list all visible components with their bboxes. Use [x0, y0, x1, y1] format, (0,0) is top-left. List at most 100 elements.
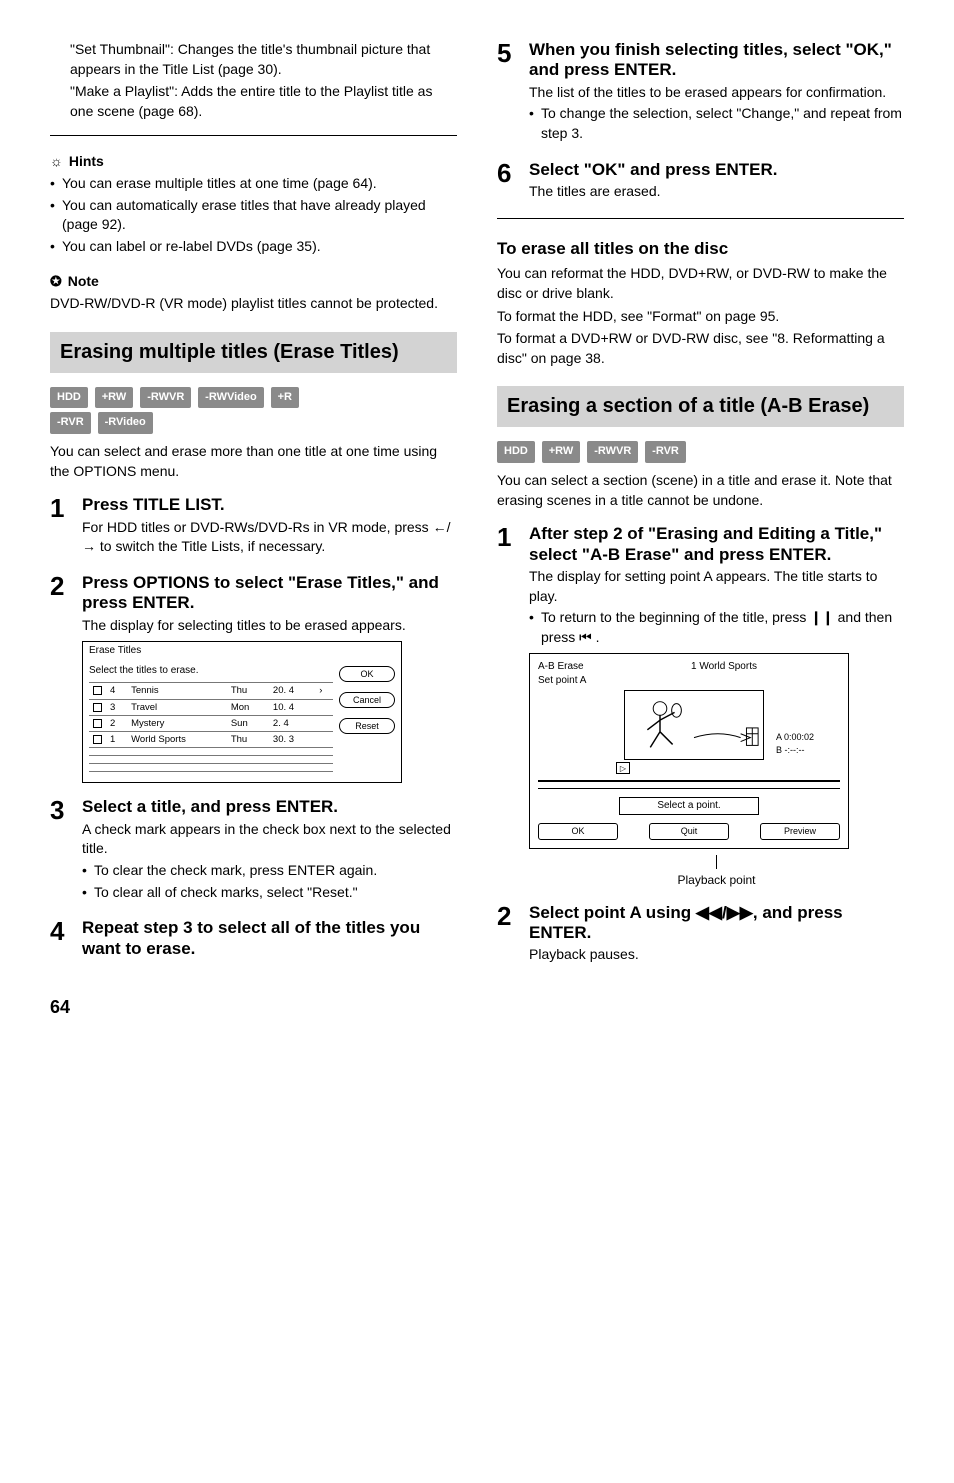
section-title: Erasing a section of a title (A-B Erase) [507, 394, 894, 419]
step-number: 4 [50, 918, 72, 961]
row-name: World Sports [127, 732, 227, 748]
step-text: For HDD titles or DVD-RWs/DVD-Rs in VR m… [82, 518, 457, 557]
step-number: 5 [497, 40, 519, 146]
step-sub: To clear all of check marks, select "Res… [82, 883, 457, 903]
disc-badges: HDD +RW -RWVR -RWVideo +R -RVR -RVideo [50, 383, 457, 435]
preview-thumbnail [624, 690, 764, 760]
ab-time-a: A 0:00:02 [776, 731, 814, 744]
step-text: A check mark appears in the check box ne… [82, 820, 457, 859]
hints-list: You can erase multiple titles at one tim… [50, 174, 457, 256]
step: 2 Press OPTIONS to select "Erase Titles,… [50, 573, 457, 784]
step-head: After step 2 of "Erasing and Editing a T… [529, 524, 904, 565]
section-intro: You can select a section (scene) in a ti… [497, 471, 904, 510]
step-head: Select point A using ◀◀/▶▶, and press EN… [529, 903, 904, 944]
step-number: 6 [497, 160, 519, 204]
ab-title: A-B Erase [538, 660, 608, 674]
note-icon: ✪ [50, 272, 62, 292]
intro-text: "Set Thumbnail": Changes the title's thu… [70, 40, 457, 79]
row-name: Mystery [127, 715, 227, 731]
dialog-instruction: Select the titles to erase. [89, 664, 333, 678]
step: 1 Press TITLE LIST. For HDD titles or DV… [50, 495, 457, 559]
section-heading: Erasing a section of a title (A-B Erase) [497, 386, 904, 427]
subheading: To erase all titles on the disc [497, 237, 904, 261]
step-head: Press OPTIONS to select "Erase Titles," … [82, 573, 457, 614]
hint-item: You can automatically erase titles that … [50, 196, 457, 235]
ab-select-point: Select a point. [619, 797, 759, 815]
sub-body: To format a DVD+RW or DVD-RW disc, see "… [497, 329, 904, 368]
step-head: Press TITLE LIST. [82, 495, 457, 515]
step-number: 2 [50, 573, 72, 784]
badge: -RVR [645, 441, 686, 463]
table-row: 1 World Sports Thu 30. 3 [89, 732, 333, 748]
row-date: 10. 4 [269, 699, 315, 715]
ab-ok-button: OK [538, 823, 618, 840]
dialog-table: 4 Tennis Thu 20. 4 › 3 Travel [89, 682, 333, 772]
badge: -RWVR [587, 441, 638, 463]
step-sub: To clear the check mark, press ENTER aga… [82, 861, 457, 881]
step-text: The titles are erased. [529, 182, 904, 202]
row-day: Sun [227, 715, 269, 731]
hints-label: Hints [69, 152, 104, 172]
scroll-indicator-icon: › [315, 683, 333, 699]
table-row: 4 Tennis Thu 20. 4 › [89, 683, 333, 699]
dialog-cancel-button: Cancel [339, 692, 395, 708]
row-date: 30. 3 [269, 732, 315, 748]
badge: -RWVideo [198, 387, 264, 409]
sub-body: You can reformat the HDD, DVD+RW, or DVD… [497, 264, 904, 303]
hint-item: You can erase multiple titles at one tim… [50, 174, 457, 194]
row-num: 3 [106, 699, 127, 715]
dialog-title: Erase Titles [83, 642, 401, 660]
step-number: 3 [50, 797, 72, 904]
ab-quit-button: Quit [649, 823, 729, 840]
step-head: Select a title, and press ENTER. [82, 797, 457, 817]
erase-titles-dialog: Erase Titles Select the titles to erase.… [82, 641, 402, 783]
disc-badges: HDD +RW -RWVR -RVR [497, 437, 904, 463]
pointer-line-icon [716, 855, 717, 869]
row-date: 20. 4 [269, 683, 315, 699]
row-name: Travel [127, 699, 227, 715]
row-day: Thu [227, 732, 269, 748]
bulb-icon: ☼ [50, 152, 63, 172]
badge: +R [271, 387, 299, 409]
step-text: The list of the titles to be erased appe… [529, 83, 904, 103]
note-text: DVD-RW/DVD-R (VR mode) playlist titles c… [50, 294, 457, 314]
table-row: 3 Travel Mon 10. 4 [89, 699, 333, 715]
row-num: 1 [106, 732, 127, 748]
badge: +RW [95, 387, 134, 409]
badge: +RW [542, 441, 581, 463]
row-num: 4 [106, 683, 127, 699]
step-number: 2 [497, 903, 519, 967]
hint-item: You can label or re-label DVDs (page 35)… [50, 237, 457, 257]
step: 2 Select point A using ◀◀/▶▶, and press … [497, 903, 904, 967]
step-number: 1 [50, 495, 72, 559]
ab-preview-button: Preview [760, 823, 840, 840]
ab-subtitle: Set point A [538, 674, 608, 688]
sub-body: To format the HDD, see "Format" on page … [497, 307, 904, 327]
row-day: Mon [227, 699, 269, 715]
badge: -RVideo [98, 412, 153, 434]
row-name: Tennis [127, 683, 227, 699]
section-title: Erasing multiple titles (Erase Titles) [60, 340, 447, 365]
step-text: The display for selecting titles to be e… [82, 616, 457, 636]
dialog-reset-button: Reset [339, 718, 395, 734]
ab-time-b: B -:--:-- [776, 744, 814, 757]
step-head: Select "OK" and press ENTER. [529, 160, 904, 180]
badge: HDD [497, 441, 535, 463]
section-intro: You can select and erase more than one t… [50, 442, 457, 481]
table-row: 2 Mystery Sun 2. 4 [89, 715, 333, 731]
note-label: Note [68, 272, 99, 292]
step: 1 After step 2 of "Erasing and Editing a… [497, 524, 904, 888]
row-date: 2. 4 [269, 715, 315, 731]
checkbox-icon [93, 735, 102, 744]
ab-caption: Playback point [677, 873, 755, 887]
ab-erase-dialog: A-B Erase Set point A 1 World Sports [529, 653, 849, 849]
dialog-ok-button: OK [339, 666, 395, 682]
section-heading: Erasing multiple titles (Erase Titles) [50, 332, 457, 373]
page-number: 64 [50, 995, 904, 1020]
badge: HDD [50, 387, 88, 409]
step-text: Playback pauses. [529, 945, 904, 965]
step: 5 When you finish selecting titles, sele… [497, 40, 904, 146]
intro-text: "Make a Playlist": Adds the entire title… [70, 82, 457, 121]
checkbox-icon [93, 719, 102, 728]
step: 3 Select a title, and press ENTER. A che… [50, 797, 457, 904]
